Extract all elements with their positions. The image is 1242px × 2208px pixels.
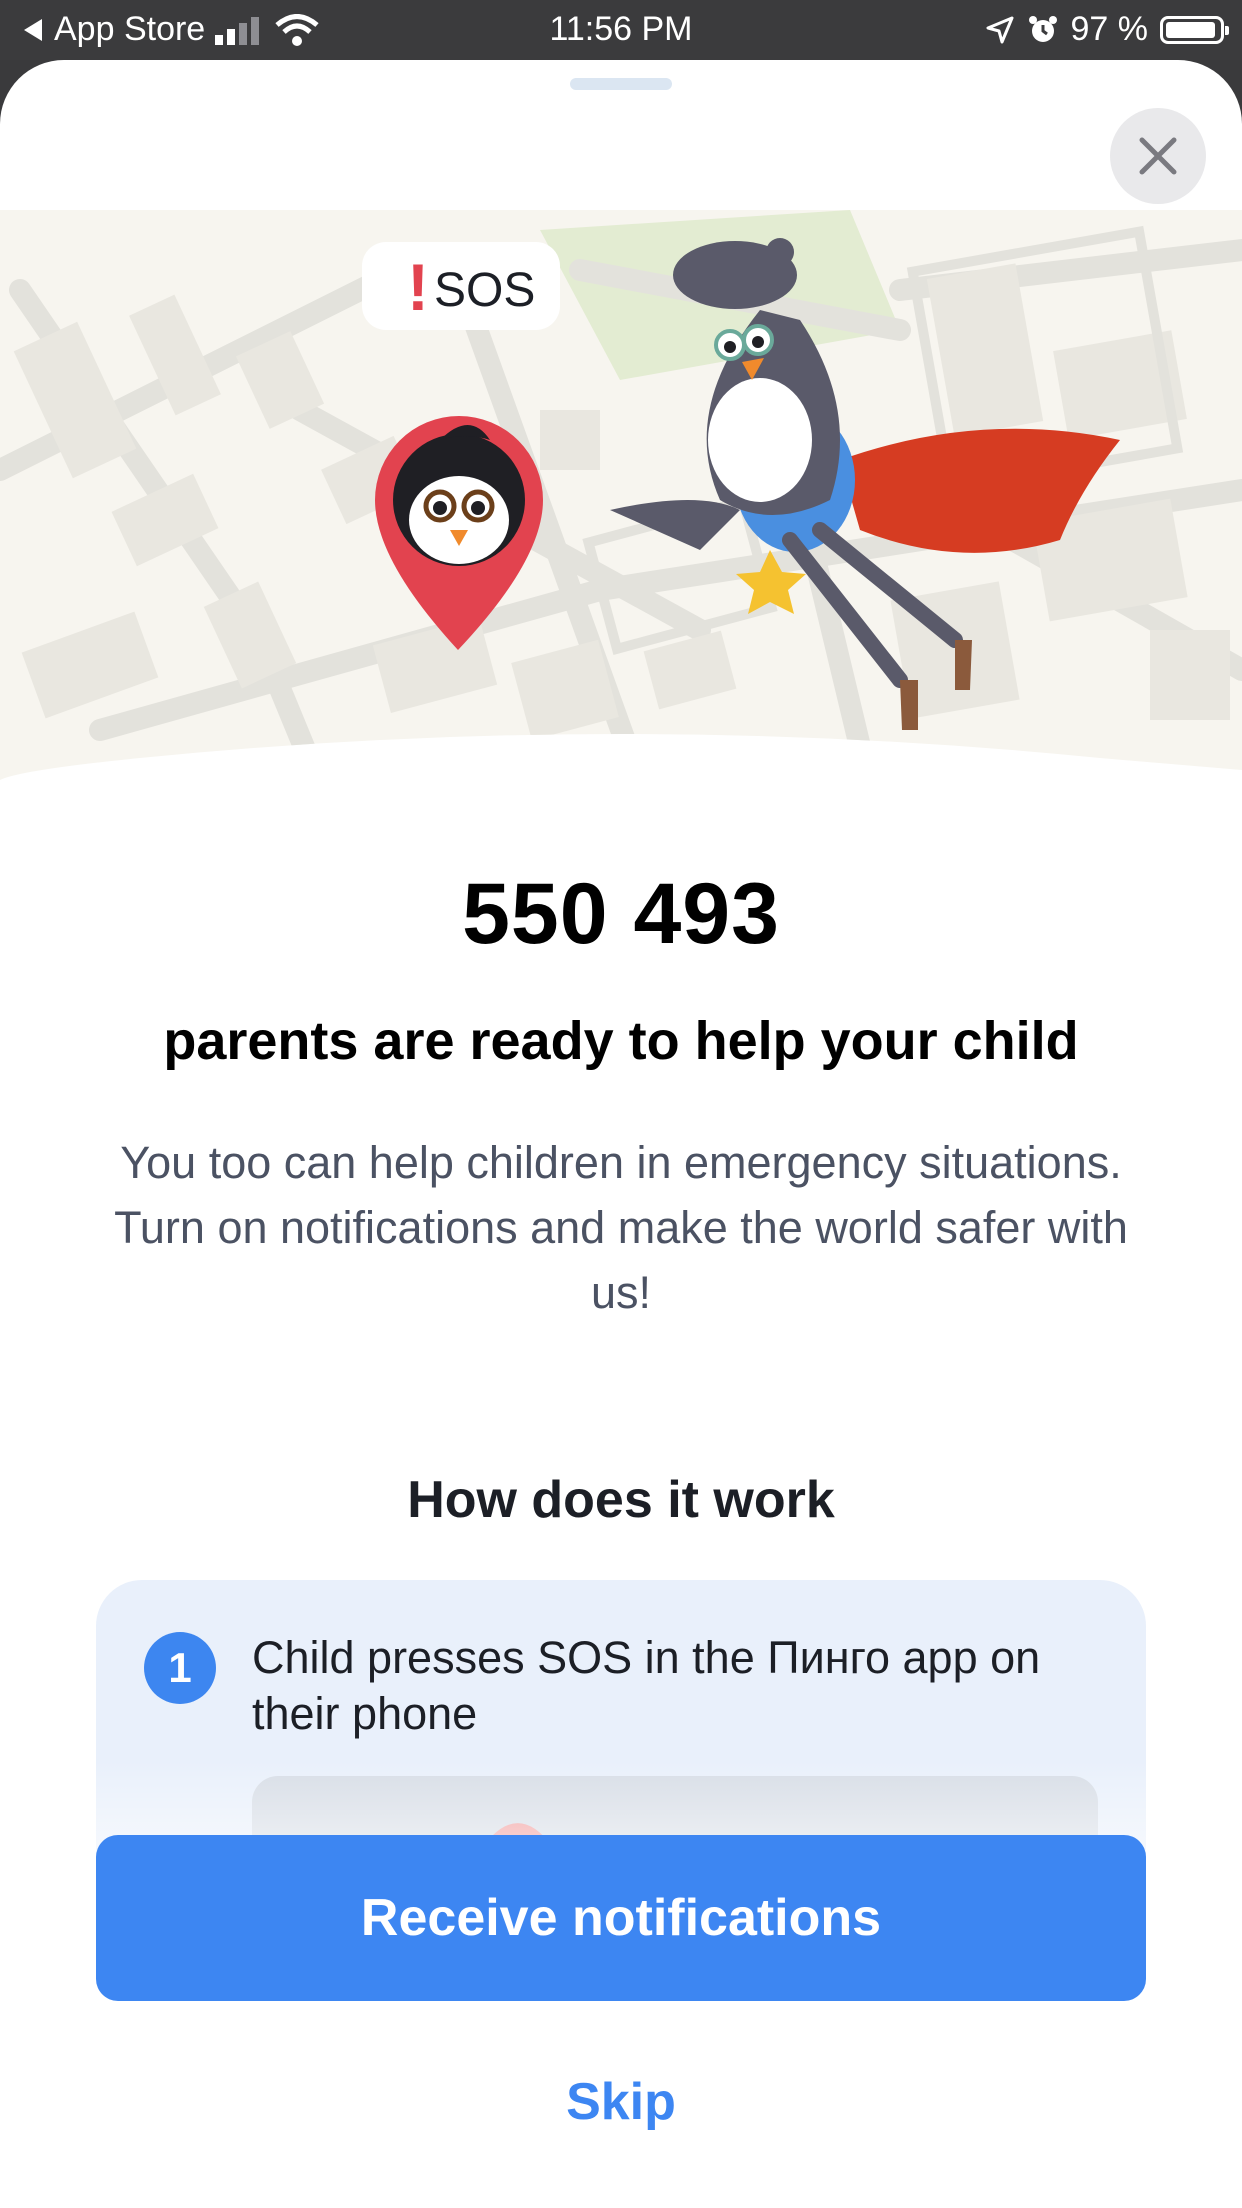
close-button[interactable] bbox=[1110, 108, 1206, 204]
receive-notifications-button[interactable]: Receive notifications bbox=[96, 1835, 1146, 2001]
skip-button[interactable]: Skip bbox=[0, 2072, 1242, 2132]
sos-exclamation: ! bbox=[407, 250, 429, 324]
alarm-icon bbox=[1028, 15, 1057, 42]
sos-label: SOS bbox=[434, 264, 535, 317]
close-icon bbox=[1139, 137, 1177, 175]
status-right: 97 % bbox=[985, 10, 1229, 49]
step-text: Child presses SOS in the Пинго app on th… bbox=[252, 1632, 1041, 1739]
location-arrow-icon bbox=[986, 16, 1013, 43]
helpers-count: 550 493 bbox=[462, 866, 780, 962]
notification-sheet: ! SOS 550 493 parents are ready to help … bbox=[0, 60, 1242, 2208]
battery-percent: 97 % bbox=[1070, 10, 1149, 48]
step-number-badge: 1 bbox=[144, 1632, 216, 1704]
how-it-works-title: How does it work bbox=[407, 1471, 835, 1529]
status-bar: App Store 11:56 PM 97 % bbox=[0, 0, 1242, 60]
map-illustration: ! SOS bbox=[0, 210, 1242, 780]
description-text: You too can help children in emergency s… bbox=[114, 1137, 1128, 1318]
battery-icon bbox=[1160, 15, 1229, 44]
helpers-subtitle: parents are ready to help your child bbox=[163, 1011, 1079, 1071]
sheet-grabber[interactable] bbox=[570, 78, 672, 90]
